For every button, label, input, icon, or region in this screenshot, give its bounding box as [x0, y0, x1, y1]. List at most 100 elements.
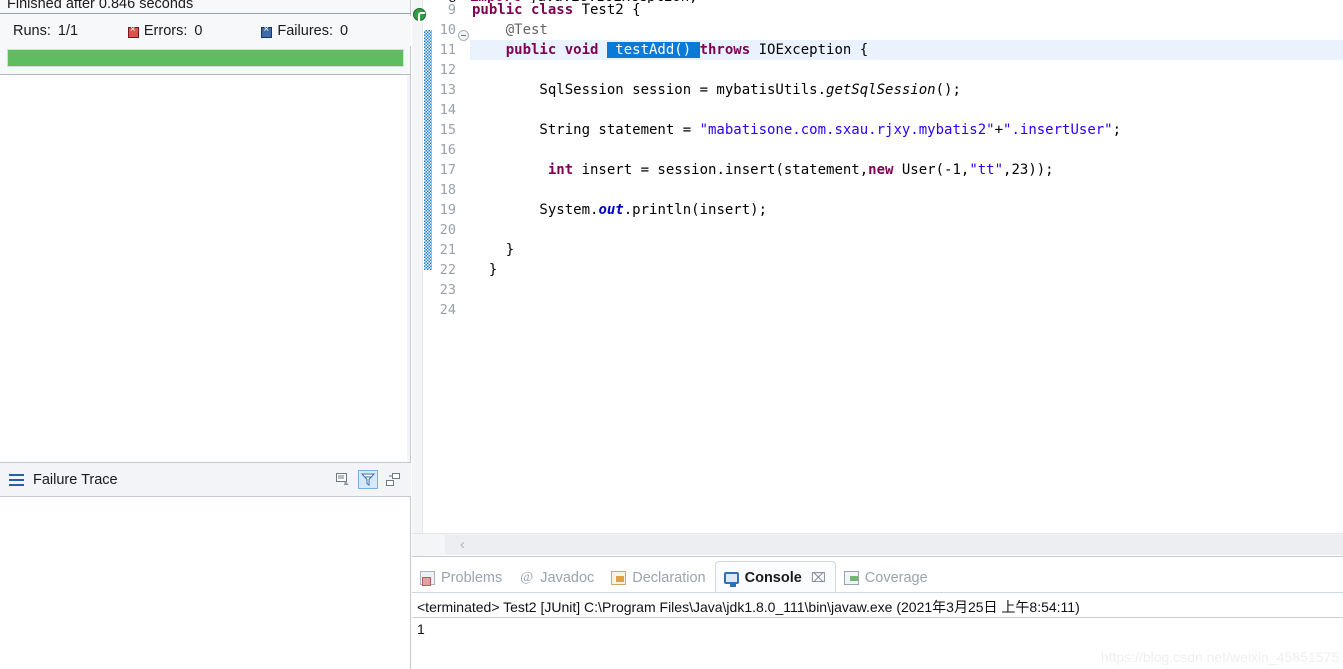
failures-label: Failures:	[277, 23, 333, 39]
junit-top-divider	[0, 13, 411, 14]
editor-partial-top-line: import java.io.IOException;	[470, 0, 698, 3]
line-number: 15	[439, 122, 456, 138]
code-token: SqlSession session = mybatisUtils.	[472, 82, 827, 98]
code-line[interactable]: }	[470, 240, 1343, 260]
code-token: out	[598, 202, 624, 218]
junit-counters-row: Runs: 1/1 Errors: 0 Failures: 0	[0, 16, 411, 46]
selected-token: testAdd()	[606, 42, 700, 58]
declaration-icon	[611, 571, 627, 585]
code-token: throws	[699, 42, 759, 58]
watermark-text: https://blog.csdn.net/weixin_45851575	[1100, 649, 1339, 665]
editor-code-lines[interactable]: public class Test2 { @Test public void t…	[470, 0, 1343, 556]
compare-result-icon[interactable]	[383, 470, 403, 489]
failure-trace-toolbar	[333, 470, 403, 489]
junit-vertical-scrollbar[interactable]	[407, 75, 410, 461]
code-line[interactable]	[470, 140, 1343, 160]
code-line[interactable]	[470, 300, 1343, 320]
editor-change-bar	[424, 30, 432, 270]
editor-horizontal-scrollbar[interactable]: ‹	[412, 533, 1343, 555]
chevron-left-icon[interactable]: ‹	[460, 536, 465, 553]
failure-x-icon	[261, 24, 273, 38]
collapse-fold-icon[interactable]	[458, 30, 469, 41]
java-code-editor[interactable]: 9 10 11 12 13 14 15 16 17 18 19 20 21 22 23 24 public c…	[412, 0, 1343, 556]
code-line[interactable]	[470, 60, 1343, 80]
junit-progress-fill	[8, 50, 403, 66]
copy-trace-icon[interactable]	[333, 470, 353, 489]
console-tab-divider	[412, 592, 1343, 593]
error-x-icon	[127, 24, 139, 38]
failure-trace-content[interactable]	[0, 496, 410, 669]
failures-value: 0	[340, 23, 349, 39]
code-line[interactable]	[470, 180, 1343, 200]
line-number: 22	[439, 262, 456, 278]
line-number: 18	[439, 182, 456, 198]
tab-declaration[interactable]: Declaration	[603, 563, 714, 593]
code-token: getSqlSession	[826, 82, 936, 98]
code-token: ,23));	[1003, 162, 1054, 178]
code-line[interactable]: public void testAdd() throws IOException…	[470, 40, 1343, 60]
code-token: int	[472, 162, 582, 178]
filter-stack-trace-icon[interactable]	[358, 470, 378, 489]
console-header-underline	[412, 617, 1343, 618]
console-output-line: 1	[417, 621, 425, 637]
tab-console[interactable]: Console ⌧	[714, 561, 836, 593]
code-line[interactable]: int insert = session.insert(statement,ne…	[470, 160, 1343, 180]
code-token: System.	[472, 202, 599, 218]
errors-label: Errors:	[143, 23, 188, 39]
code-token: }	[472, 242, 515, 258]
runs-value: 1/1	[57, 23, 79, 39]
line-number: 16	[439, 142, 456, 158]
code-token: java.io.IOException;	[529, 0, 698, 3]
code-token: "mabatisone.com.sxau.rjxy.mybatis2"	[699, 122, 995, 138]
line-number: 14	[439, 102, 456, 118]
tab-problems[interactable]: Problems	[412, 563, 511, 593]
editor-marker-ruler[interactable]	[412, 0, 423, 556]
tab-label: Javadoc	[540, 570, 595, 586]
line-number: 12	[439, 62, 456, 78]
junit-finished-label: Finished after 0.846 seconds	[7, 0, 194, 12]
line-number: 17	[439, 162, 456, 178]
editor-hscroll-thumb[interactable]	[445, 535, 1343, 555]
tab-label: Problems	[441, 570, 503, 586]
code-line[interactable]: }	[470, 260, 1343, 280]
code-line[interactable]: SqlSession session = mybatisUtils.getSql…	[470, 80, 1343, 100]
code-token: new	[868, 162, 902, 178]
errors-value: 0	[194, 23, 203, 39]
coverage-icon	[843, 571, 859, 585]
problems-icon	[420, 571, 435, 586]
code-token: +	[994, 122, 1004, 138]
code-token: public class	[472, 2, 582, 18]
line-number: 19	[439, 202, 456, 218]
junit-run-marker-icon[interactable]	[413, 8, 426, 23]
failure-trace-header: Failure Trace	[0, 462, 411, 496]
junit-view: Finished after 0.846 seconds Runs: 1/1 E…	[0, 0, 411, 669]
junit-test-tree[interactable]	[0, 75, 410, 461]
code-token: public void	[472, 42, 607, 58]
line-number: 21	[439, 242, 456, 258]
code-token: "tt"	[969, 162, 1004, 178]
failure-trace-title: Failure Trace	[33, 471, 118, 488]
code-line[interactable]	[470, 220, 1343, 240]
tab-javadoc[interactable]: @ Javadoc	[511, 563, 603, 593]
junit-progress-bar	[7, 49, 404, 67]
code-line[interactable]: public class Test2 {	[470, 0, 1343, 20]
code-line[interactable]	[470, 280, 1343, 300]
code-token: ();	[935, 82, 961, 98]
code-token: ;	[1112, 122, 1122, 138]
code-token: IOException {	[758, 42, 869, 58]
line-number: 8	[432, 0, 458, 8]
line-number: 11	[439, 42, 456, 58]
close-icon[interactable]: ⌧	[811, 570, 826, 586]
console-icon	[723, 571, 739, 587]
code-token: Test2 {	[581, 2, 641, 18]
code-line[interactable]	[470, 100, 1343, 120]
code-line[interactable]: System.out.println(insert);	[470, 200, 1343, 220]
code-token: }	[472, 262, 498, 278]
editor-line-numbers: 9 10 11 12 13 14 15 16 17 18 19 20 21 22 23 24	[432, 0, 458, 556]
tab-coverage[interactable]: Coverage	[836, 563, 937, 593]
code-line[interactable]: String statement = "mabatisone.com.sxau.…	[470, 120, 1343, 140]
runs-label: Runs:	[13, 23, 51, 39]
tab-label: Coverage	[864, 570, 928, 586]
code-line[interactable]: @Test	[470, 20, 1343, 40]
hamburger-menu-icon[interactable]	[9, 473, 24, 486]
